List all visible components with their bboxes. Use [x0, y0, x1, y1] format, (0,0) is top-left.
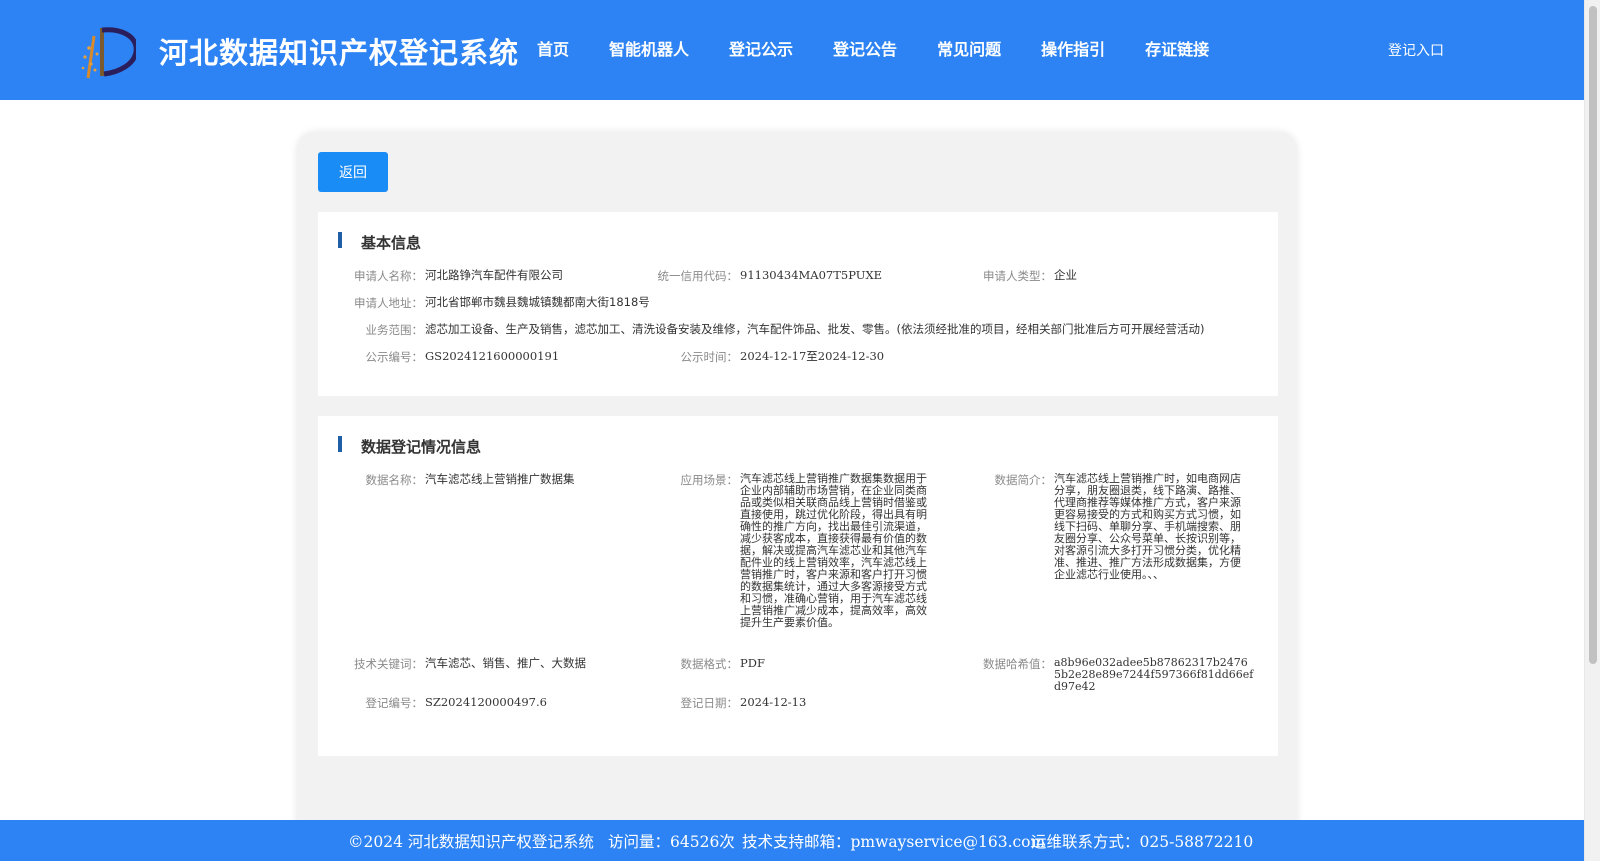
registration-info-card: 数据登记情况信息 数据名称： 汽车滤芯线上营销推广数据集 应用场景： 汽车滤芯线… — [318, 416, 1278, 756]
data-name-value: 汽车滤芯线上营销推广数据集 — [425, 472, 575, 486]
main-nav: 首页 智能机器人 登记公示 登记公告 常见问题 操作指引 存证链接 — [537, 36, 1249, 60]
scrollbar-thumb[interactable] — [1589, 6, 1597, 664]
notice-time-value: 2024-12-17至2024-12-30 — [740, 349, 885, 363]
footer-contact: 运维联系方式：025-58872210 — [1031, 833, 1254, 851]
notice-time-label: 公示时间： — [680, 350, 739, 364]
keywords-label: 技术关键词： — [354, 657, 423, 671]
notice-number-label: 公示编号： — [365, 350, 424, 364]
business-scope-value: 滤芯加工设备、生产及销售，滤芯加工、清洗设备安装及维修，汽车配件饰品、批发、零售… — [425, 323, 1205, 335]
data-hash-value: a8b96e032adee5b87862317b24765b2e28e89e72… — [1054, 656, 1254, 693]
back-button[interactable]: 返回 — [318, 152, 388, 192]
credit-code-value: 91130434MA07T5PUXE — [740, 268, 883, 282]
notice-number-value: GS2024121600000191 — [425, 349, 560, 363]
site-footer: ©2024 河北数据知识产权登记系统 访问量：64526次 技术支持邮箱：pmw… — [0, 820, 1584, 861]
footer-support-email: 技术支持邮箱：pmwayservice@163.com — [742, 833, 1046, 851]
registration-number-label: 登记编号： — [365, 696, 424, 710]
footer-copyright: ©2024 河北数据知识产权登记系统 — [348, 833, 594, 851]
data-intro-label: 数据简介： — [994, 473, 1053, 487]
data-intro-value: 汽车滤芯线上营销推广时，如电商网店分享，朋友圈退类，线下路演、路推、代理商推荐等… — [1054, 473, 1241, 581]
section-title: 基本信息 — [361, 234, 422, 252]
logo-icon — [81, 27, 136, 79]
section-title: 数据登记情况信息 — [361, 438, 482, 456]
scenario-value: 汽车滤芯线上营销推广数据集数据用于企业内部辅助市场营销，在企业同类商品或类似相关… — [740, 473, 927, 629]
nav-home[interactable]: 首页 — [537, 36, 569, 60]
address-label: 申请人地址： — [354, 296, 423, 310]
data-format-label: 数据格式： — [680, 657, 739, 671]
applicant-type-value: 企业 — [1054, 268, 1077, 282]
login-link[interactable]: 登记入口 — [1388, 40, 1444, 60]
site-title: 河北数据知识产权登记系统 — [159, 36, 520, 70]
address-value: 河北省邯郸市魏县魏城镇魏都南大街1818号 — [425, 295, 650, 309]
nav-announcement[interactable]: 登记公告 — [833, 36, 897, 60]
credit-code-label: 统一信用代码： — [657, 269, 739, 283]
site-header: 河北数据知识产权登记系统 首页 智能机器人 登记公示 登记公告 常见问题 操作指… — [0, 0, 1584, 100]
detail-container: 返回 基本信息 申请人名称： 河北路铮汽车配件有限公司 统一信用代码： 9113… — [297, 132, 1297, 861]
nav-faq[interactable]: 常见问题 — [937, 36, 1001, 60]
nav-evidence-link[interactable]: 存证链接 — [1145, 36, 1209, 60]
basic-info-card: 基本信息 申请人名称： 河北路铮汽车配件有限公司 统一信用代码： 9113043… — [318, 212, 1278, 396]
registration-number-value: SZ2024120000497.6 — [425, 695, 547, 709]
keywords-value: 汽车滤芯、销售、推广、大数据 — [425, 656, 586, 670]
nav-robot[interactable]: 智能机器人 — [609, 36, 689, 60]
page-scrollbar[interactable] — [1584, 0, 1600, 861]
applicant-type-label: 申请人类型： — [983, 269, 1052, 283]
section-marker — [338, 232, 342, 248]
section-marker — [338, 436, 342, 452]
nav-publicity[interactable]: 登记公示 — [729, 36, 793, 60]
applicant-name-value: 河北路铮汽车配件有限公司 — [425, 268, 563, 282]
applicant-name-label: 申请人名称： — [354, 269, 423, 283]
registration-date-label: 登记日期： — [680, 696, 739, 710]
footer-visit-count: 访问量：64526次 — [608, 833, 735, 851]
registration-date-value: 2024-12-13 — [740, 695, 807, 709]
nav-guide[interactable]: 操作指引 — [1041, 36, 1105, 60]
data-name-label: 数据名称： — [365, 473, 424, 487]
scenario-label: 应用场景： — [680, 473, 739, 487]
data-hash-label: 数据哈希值： — [983, 657, 1052, 671]
business-scope-label: 业务范围： — [365, 323, 424, 337]
data-format-value: PDF — [740, 656, 765, 670]
